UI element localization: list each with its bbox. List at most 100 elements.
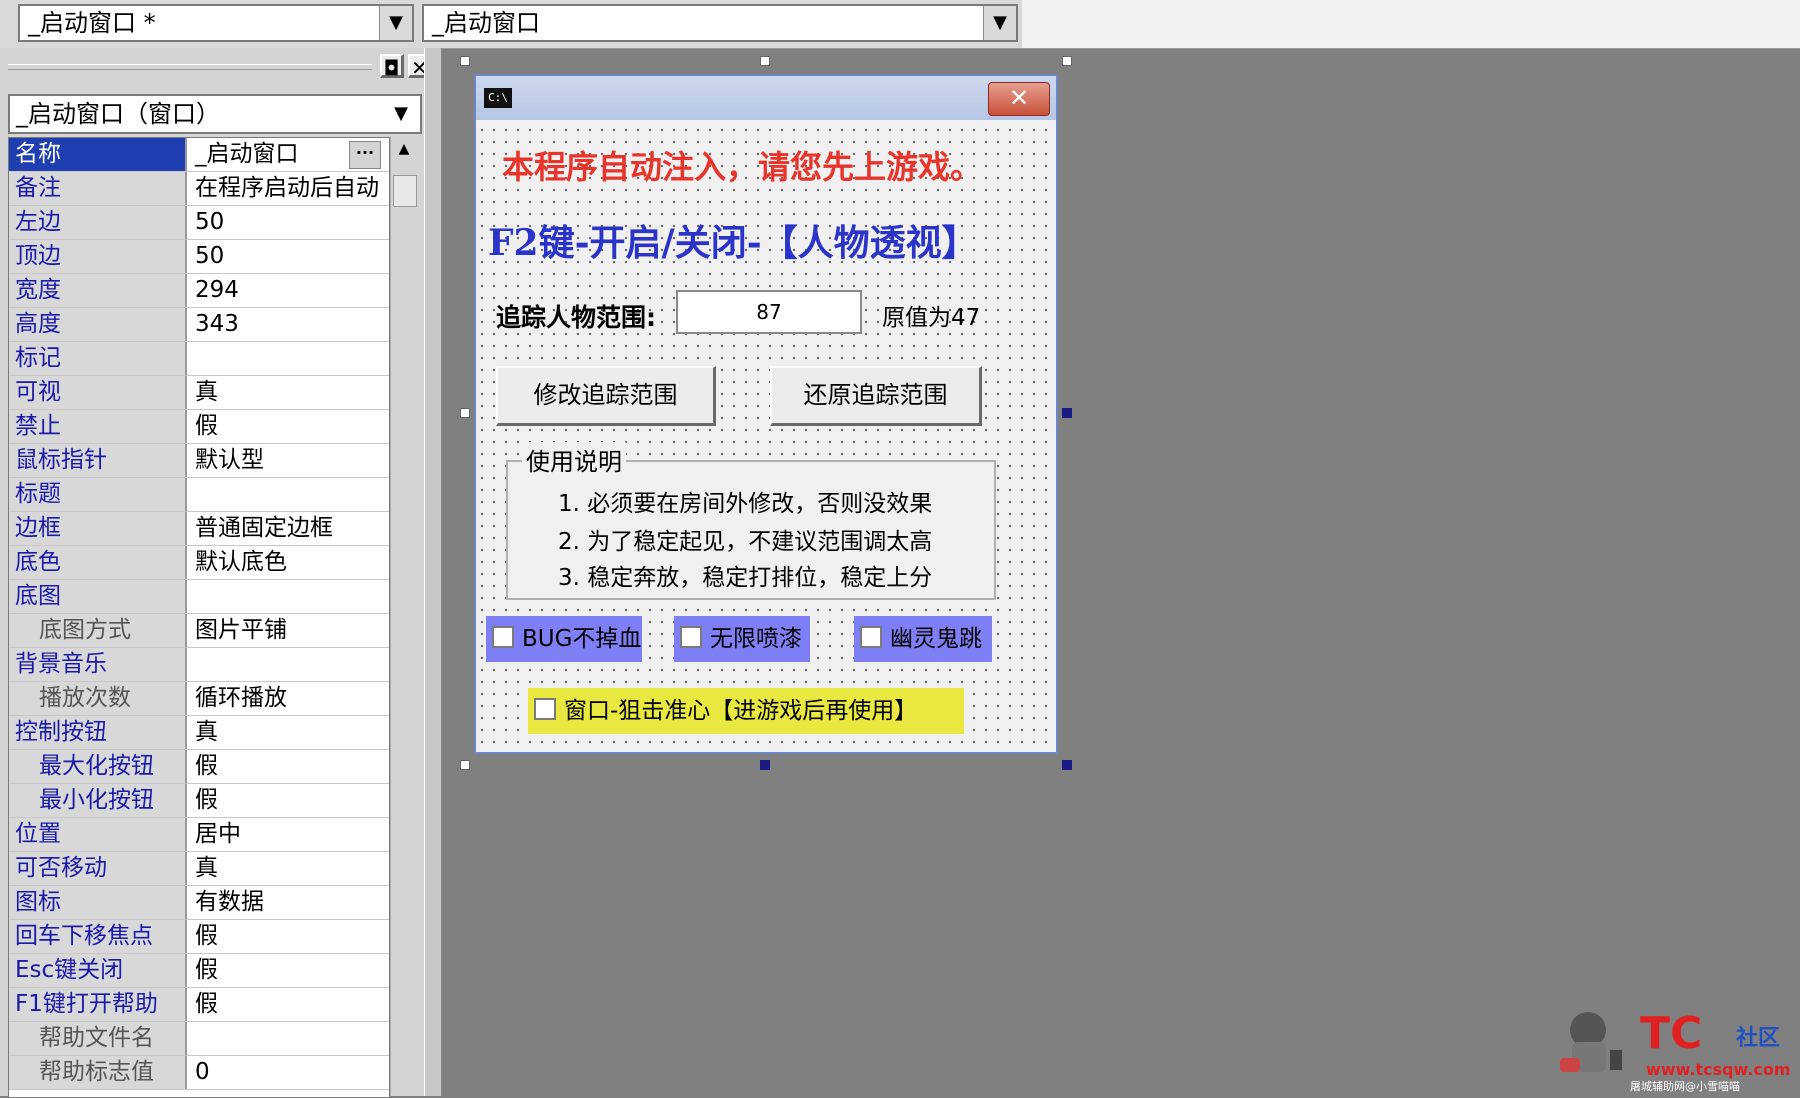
property-row[interactable]: 图标 有数据 — [9, 886, 389, 920]
property-row[interactable]: 边框 普通固定边框 — [9, 512, 389, 546]
instruction-line: 3. 稳定奔放，稳定打排位，稳定上分 — [558, 565, 933, 591]
property-value[interactable] — [189, 342, 389, 375]
property-value[interactable]: 294 — [189, 274, 389, 307]
property-row[interactable]: 可否移动真 — [9, 852, 389, 886]
property-value[interactable]: 居中 — [189, 818, 389, 851]
bug-no-damage-checkbox[interactable]: BUG不掉血 — [486, 616, 642, 662]
property-row[interactable]: 控制按钮真 — [9, 716, 389, 750]
property-row[interactable]: 底色 默认底色 — [9, 546, 389, 580]
property-value[interactable]: 假 — [189, 920, 389, 953]
property-row[interactable]: 名称 _启动窗口 ··· — [9, 138, 389, 172]
property-value[interactable]: 假 — [189, 750, 389, 783]
property-row[interactable]: 底图 — [9, 580, 389, 614]
property-value[interactable]: 50 — [189, 240, 389, 273]
event-object-combo[interactable]: _启动窗口 * ▼ — [18, 4, 414, 42]
checkbox-box[interactable] — [492, 626, 514, 648]
ghost-jump-checkbox[interactable]: 幽灵鬼跳 — [854, 616, 992, 662]
checkbox-box[interactable] — [534, 698, 556, 720]
resize-handle-top[interactable] — [760, 56, 770, 66]
property-value[interactable] — [189, 580, 389, 613]
sniper-crosshair-checkbox[interactable]: 窗口-狙击准心【进游戏后再使用】 — [528, 688, 964, 734]
close-button[interactable]: ✕ — [988, 82, 1050, 116]
property-value[interactable]: 默认底色 — [189, 546, 389, 579]
property-value[interactable]: 图片平铺 — [189, 614, 389, 647]
panel-splitter[interactable] — [424, 48, 442, 1096]
resize-handle-right[interactable] — [1062, 408, 1072, 418]
instruction-line: 1. 必须要在房间外修改，否则没效果 — [558, 491, 933, 517]
property-value[interactable]: 假 — [189, 784, 389, 817]
property-scrollbar[interactable]: ▲ — [390, 137, 417, 1096]
property-value[interactable] — [189, 1022, 389, 1055]
property-row[interactable]: 鼠标指针 默认型 — [9, 444, 389, 478]
scroll-up-icon[interactable]: ▲ — [391, 141, 417, 165]
property-value[interactable]: 0 — [189, 1056, 389, 1089]
property-value[interactable]: 343 — [189, 308, 389, 341]
property-value[interactable] — [189, 478, 389, 511]
property-value[interactable]: 真 — [189, 716, 389, 749]
property-row[interactable]: 禁止假 — [9, 410, 389, 444]
property-key: 控制按钮 — [9, 716, 187, 749]
ellipsis-button[interactable]: ··· — [349, 141, 381, 169]
checkbox-label: 窗口-狙击准心【进游戏后再使用】 — [564, 698, 918, 724]
property-value[interactable]: 在程序启动后自动 — [189, 172, 389, 205]
property-row[interactable]: 帮助文件名 — [9, 1022, 389, 1056]
property-row[interactable]: 宽度 294 — [9, 274, 389, 308]
property-row[interactable]: 顶边 50 — [9, 240, 389, 274]
restore-icon[interactable]: ◘ — [380, 54, 404, 80]
resize-handle-bottom[interactable] — [760, 760, 770, 770]
property-value[interactable]: 有数据 — [189, 886, 389, 919]
object-selector-text: _启动窗口（窗口） — [16, 100, 220, 128]
resize-handle-top-right[interactable] — [1062, 56, 1072, 66]
property-row[interactable]: 帮助标志值 0 — [9, 1056, 389, 1090]
property-row[interactable]: 备注 在程序启动后自动 — [9, 172, 389, 206]
event-target-combo[interactable]: _启动窗口 ▼ — [422, 4, 1018, 42]
chevron-down-icon[interactable]: ▼ — [983, 6, 1016, 40]
property-value[interactable]: 真 — [189, 376, 389, 409]
property-value[interactable]: 循环播放 — [189, 682, 389, 715]
property-value[interactable]: 普通固定边框 — [189, 512, 389, 545]
resize-handle-top-left[interactable] — [460, 56, 470, 66]
resize-handle-bottom-right[interactable] — [1062, 760, 1072, 770]
property-row[interactable]: Esc键关闭假 — [9, 954, 389, 988]
chevron-down-icon[interactable]: ▼ — [386, 96, 416, 132]
modify-range-button[interactable]: 修改追踪范围 — [496, 366, 716, 426]
property-value[interactable]: 假 — [189, 954, 389, 987]
property-value[interactable] — [189, 648, 389, 681]
property-grid: 名称 _启动窗口 ··· 备注 在程序启动后自动 左边 50 顶边 50 宽度 294 高度 343 标记… — [8, 137, 390, 1098]
property-value[interactable]: 假 — [189, 410, 389, 443]
panel-grip[interactable] — [8, 64, 372, 70]
property-key: 顶边 — [9, 240, 187, 273]
property-key: 左边 — [9, 206, 187, 239]
track-range-input[interactable]: 87 — [676, 290, 862, 334]
restore-range-button[interactable]: 还原追踪范围 — [770, 366, 982, 426]
property-row[interactable]: 最大化按钮假 — [9, 750, 389, 784]
property-row[interactable]: 高度 343 — [9, 308, 389, 342]
resize-handle-bottom-left[interactable] — [460, 760, 470, 770]
property-value[interactable]: 真 — [189, 852, 389, 885]
form-titlebar[interactable]: C:\ ✕ — [476, 76, 1056, 120]
resize-handle-left[interactable] — [460, 408, 470, 418]
infinite-spray-checkbox[interactable]: 无限喷漆 — [674, 616, 810, 662]
checkbox-box[interactable] — [680, 626, 702, 648]
scroll-thumb[interactable] — [393, 175, 417, 207]
property-row[interactable]: 回车下移焦点假 — [9, 920, 389, 954]
property-row[interactable]: 背景音乐 — [9, 648, 389, 682]
property-row[interactable]: 底图方式 图片平铺 — [9, 614, 389, 648]
property-key: 底图方式 — [9, 614, 187, 647]
property-value[interactable]: 50 — [189, 206, 389, 239]
chevron-down-icon[interactable]: ▼ — [379, 6, 412, 40]
checkbox-box[interactable] — [860, 626, 882, 648]
property-row[interactable]: F1键打开帮助假 — [9, 988, 389, 1022]
property-row[interactable]: 播放次数 循环播放 — [9, 682, 389, 716]
property-row[interactable]: 位置 居中 — [9, 818, 389, 852]
property-row[interactable]: 左边 50 — [9, 206, 389, 240]
property-value[interactable]: 假 — [189, 988, 389, 1021]
design-form-window[interactable]: C:\ ✕ 本程序自动注入，请您先上游戏。 F2键-开启/关闭-【人物透视】 追… — [474, 74, 1058, 754]
object-selector[interactable]: _启动窗口（窗口） ▼ — [8, 94, 422, 134]
property-value[interactable]: 默认型 — [189, 444, 389, 477]
property-row[interactable]: 最小化按钮假 — [9, 784, 389, 818]
property-row[interactable]: 标题 — [9, 478, 389, 512]
property-key: Esc键关闭 — [9, 954, 187, 987]
property-row[interactable]: 可视真 — [9, 376, 389, 410]
property-row[interactable]: 标记 — [9, 342, 389, 376]
